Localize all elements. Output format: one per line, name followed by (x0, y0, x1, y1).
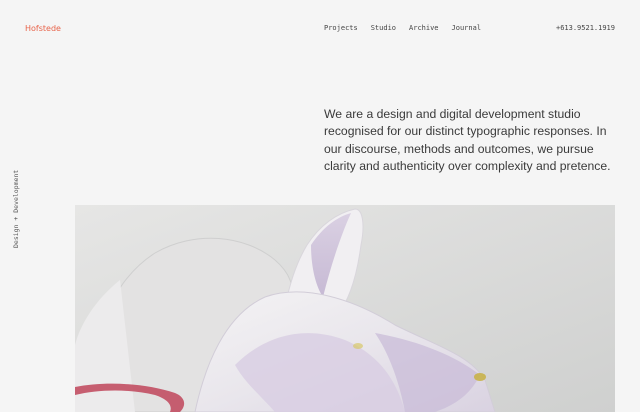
side-label: Design + Development (12, 169, 20, 248)
intro-statement: We are a design and digital development … (324, 107, 611, 173)
logo-link[interactable]: Hofstede (25, 24, 61, 33)
fabric-sculpture-illustration (75, 205, 615, 412)
nav-projects[interactable]: Projects (324, 24, 358, 32)
fabric-yellow-accent (474, 373, 486, 381)
main-nav: Projects Studio Archive Journal (324, 24, 494, 32)
phone-link[interactable]: +613.9521.1919 (556, 24, 615, 32)
hero-image (75, 205, 615, 412)
fabric-yellow-accent-2 (353, 343, 363, 349)
nav-journal[interactable]: Journal (452, 24, 482, 32)
nav-studio[interactable]: Studio (371, 24, 396, 32)
nav-archive[interactable]: Archive (409, 24, 439, 32)
